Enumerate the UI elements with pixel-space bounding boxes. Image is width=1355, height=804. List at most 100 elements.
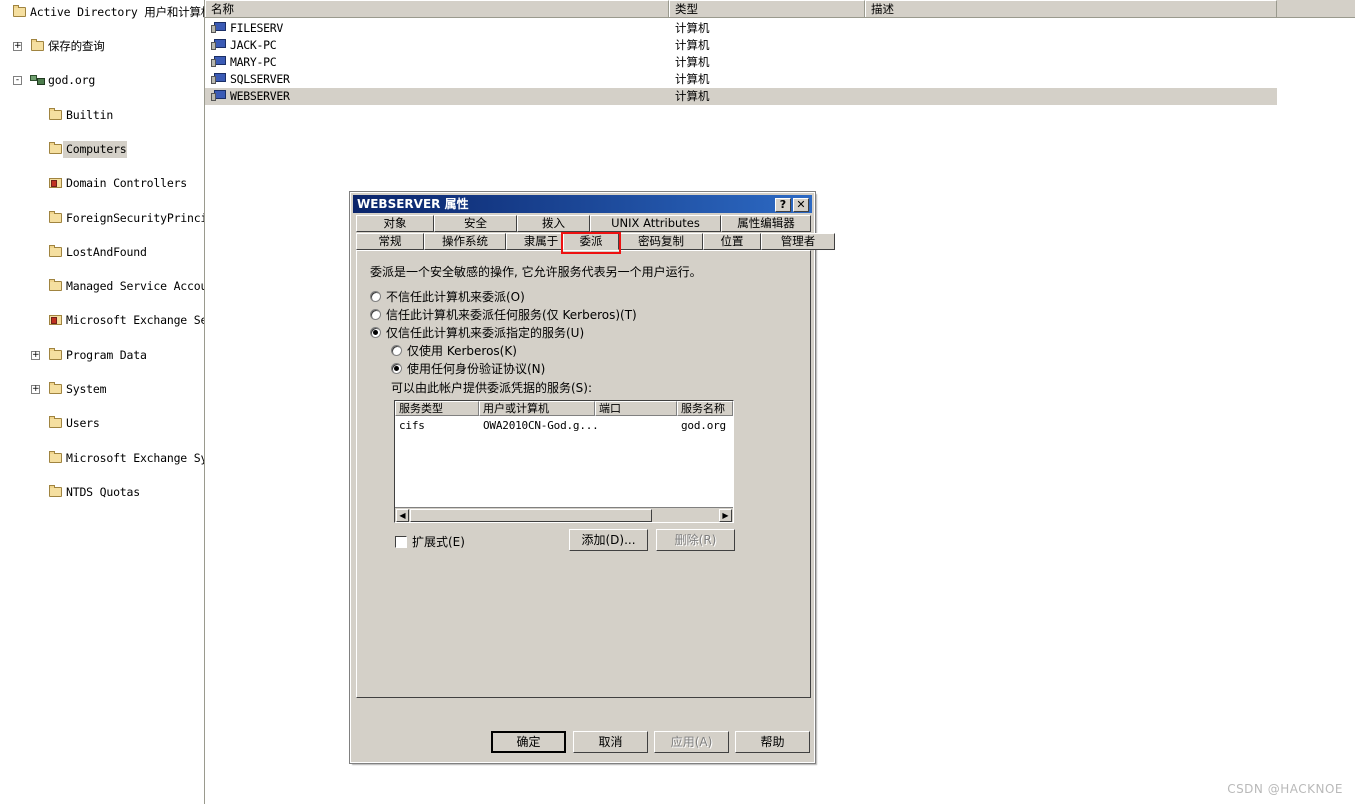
radio-option-1[interactable]: 不信任此计算机来委派(O) — [370, 288, 525, 305]
radio-icon[interactable] — [370, 309, 381, 320]
tree-item-managed-service-accoun[interactable]: Managed Service Accoun — [0, 278, 204, 295]
tree-item-label: Domain Controllers — [66, 176, 188, 191]
确定-button[interactable]: 确定 — [491, 731, 566, 753]
scroll-right-icon[interactable]: ▶ — [719, 509, 732, 522]
radio-option-4[interactable]: 仅使用 Kerberos(K) — [391, 342, 517, 359]
console-tree-pane[interactable]: Active Directory 用户和计算机 + 保存的查询 - god.org Bu… — [0, 0, 205, 804]
folder-icon — [48, 416, 63, 429]
radio-icon[interactable] — [391, 345, 402, 356]
tree-expander-icon[interactable]: + — [31, 350, 40, 360]
tab-管理者[interactable]: 管理者 — [761, 233, 835, 250]
tree-expander-icon[interactable]: - — [13, 76, 22, 86]
services-column-服务类型[interactable]: 服务类型 — [395, 401, 479, 416]
tree-item-builtin[interactable]: Builtin — [0, 107, 204, 124]
tree-item-ntds-quotas[interactable]: NTDS Quotas — [0, 484, 204, 501]
tab-位置[interactable]: 位置 — [703, 233, 761, 250]
services-cell-type: cifs — [399, 419, 425, 432]
list-column-名称[interactable]: 名称 — [205, 0, 669, 17]
services-horizontal-scrollbar[interactable]: ◀ ▶ — [395, 507, 733, 522]
tree-item-label: Users — [66, 416, 100, 431]
services-list-label: 可以由此帐户提供委派凭据的服务(S): — [391, 381, 593, 395]
tab-对象[interactable]: 对象 — [356, 215, 434, 232]
radio-icon[interactable] — [370, 327, 381, 338]
folder-icon — [48, 484, 63, 498]
tab-安全[interactable]: 安全 — [434, 215, 517, 232]
add-button[interactable]: 添加(D)... — [569, 529, 648, 551]
scrollbar-thumb[interactable] — [410, 509, 652, 522]
取消-button[interactable]: 取消 — [573, 731, 648, 753]
list-item-type-cell: 计算机 — [675, 21, 710, 35]
radio-label: 使用任何身份验证协议(N) — [407, 362, 546, 376]
services-column-服务名称[interactable]: 服务名称 — [677, 401, 733, 416]
tree-item-computers[interactable]: Computers — [0, 140, 204, 158]
tab-属性编辑器[interactable]: 属性编辑器 — [721, 215, 811, 232]
tree-item-domain-controllers[interactable]: Domain Controllers — [0, 175, 204, 192]
radio-option-3[interactable]: 仅信任此计算机来委派指定的服务(U) — [370, 324, 584, 341]
tree-item-god-org[interactable]: - god.org — [0, 72, 204, 89]
close-icon[interactable]: ✕ — [793, 198, 809, 212]
tab-常规[interactable]: 常规 — [356, 233, 424, 250]
tree-item-[interactable]: + 保存的查询 — [0, 38, 204, 55]
checkbox-icon[interactable] — [395, 536, 407, 548]
radio-label: 信任此计算机来委派任何服务(仅 Kerberos)(T) — [386, 308, 637, 322]
table-row[interactable]: FILESERV 计算机 — [205, 20, 1277, 37]
tree-item-microsoft-exchange-sec[interactable]: Microsoft Exchange Sec — [0, 312, 204, 329]
tab-unix-attributes[interactable]: UNIX Attributes — [590, 215, 721, 232]
table-row[interactable]: MARY-PC 计算机 — [205, 54, 1277, 71]
services-column-端口[interactable]: 端口 — [595, 401, 677, 416]
帮助-button[interactable]: 帮助 — [735, 731, 810, 753]
list-item-name-cell: SQLSERVER — [211, 71, 290, 88]
tree-item-microsoft-exchange-sys[interactable]: Microsoft Exchange Sys — [0, 450, 204, 467]
help-icon[interactable]: ? — [775, 198, 791, 212]
dialog-title-text: WEBSERVER 属性 — [357, 197, 469, 211]
radio-icon[interactable] — [391, 363, 402, 374]
services-row[interactable]: cifs OWA2010CN-God.g... god.org — [395, 419, 733, 433]
tree-item-root[interactable]: Active Directory 用户和计算机 — [0, 4, 204, 21]
tree-item-label: System — [66, 382, 107, 396]
folder-icon — [48, 141, 63, 155]
list-column-类型[interactable]: 类型 — [669, 0, 865, 17]
services-cell-user: OWA2010CN-God.g... — [483, 419, 599, 432]
computer-icon — [211, 89, 227, 103]
tab-密码复制[interactable]: 密码复制 — [619, 233, 703, 250]
tree-item-label: Managed Service Accoun — [66, 279, 205, 294]
ou-icon — [48, 313, 63, 326]
services-column-header[interactable]: 服务类型 用户或计算机 端口 服务名称 — [395, 401, 733, 416]
services-column-用户或计算机[interactable]: 用户或计算机 — [479, 401, 595, 416]
table-row[interactable]: WEBSERVER 计算机 — [205, 88, 1277, 105]
expanded-checkbox-label: 扩展式(E) — [412, 535, 465, 549]
radio-label: 仅使用 Kerberos(K) — [407, 344, 517, 358]
list-item-name-cell: WEBSERVER — [211, 88, 290, 105]
list-item-name-cell: FILESERV — [211, 20, 283, 37]
expanded-checkbox-row[interactable]: 扩展式(E) — [395, 533, 465, 550]
tree-expander-icon[interactable]: + — [31, 385, 40, 394]
tree-item-program-data[interactable]: + Program Data — [0, 347, 204, 364]
list-item-label: FILESERV — [230, 21, 283, 35]
tree-item-lostandfound[interactable]: LostAndFound — [0, 244, 204, 261]
tree-expander-icon[interactable]: + — [13, 42, 22, 51]
tree-item-label: Microsoft Exchange Sec — [66, 313, 205, 328]
tree-item-label: Microsoft Exchange Sys — [66, 450, 205, 465]
table-row[interactable]: JACK-PC 计算机 — [205, 37, 1277, 54]
radio-option-2[interactable]: 信任此计算机来委派任何服务(仅 Kerberos)(T) — [370, 306, 637, 323]
radio-option-5[interactable]: 使用任何身份验证协议(N) — [391, 360, 545, 377]
radio-icon[interactable] — [370, 291, 381, 302]
ou-icon — [48, 176, 63, 189]
tab-操作系统[interactable]: 操作系统 — [424, 233, 506, 250]
dialog-tab-strip[interactable]: 对象 安全 拨入 UNIX Attributes 属性编辑器 常规 操作系统 隶属于 委派 密码… — [356, 215, 835, 254]
webserver-properties-dialog[interactable]: WEBSERVER 属性 ? ✕ 对象 安全 拨入 UNIX Attributes 属性… — [349, 191, 835, 764]
table-row[interactable]: SQLSERVER 计算机 — [205, 71, 1277, 88]
scroll-left-icon[interactable]: ◀ — [396, 509, 409, 522]
tree-item-system[interactable]: + System — [0, 381, 204, 398]
list-item-name-cell: JACK-PC — [211, 37, 277, 54]
tree-item-users[interactable]: Users — [0, 415, 204, 432]
mmc-console-window: Active Directory 用户和计算机 + 保存的查询 - god.org Bu… — [0, 0, 1355, 804]
tree-item-label: Builtin — [66, 107, 114, 122]
services-cell-name: god.org — [681, 419, 726, 432]
list-column-header[interactable]: 名称 类型 描述 — [205, 0, 1355, 18]
list-item-label: JACK-PC — [230, 38, 277, 52]
tree-item-foreignsecurityprincip[interactable]: ForeignSecurityPrincip — [0, 210, 204, 227]
tab-拨入[interactable]: 拨入 — [517, 215, 590, 232]
list-column-描述[interactable]: 描述 — [865, 0, 1277, 17]
services-list-box[interactable]: 服务类型 用户或计算机 端口 服务名称 cifs OWA2010CN-God.g... g… — [394, 400, 734, 523]
